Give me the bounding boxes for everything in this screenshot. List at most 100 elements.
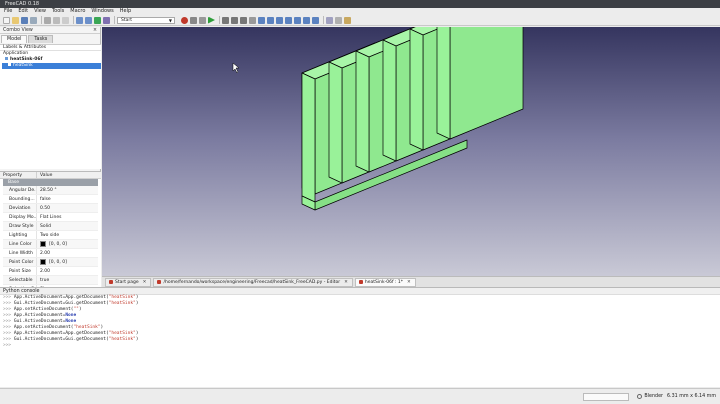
fin-front-face[interactable] [409,28,424,151]
property-value-text: [0, 0, 0] [49,259,67,265]
cut-icon[interactable] [44,16,51,24]
freecad-icon [157,280,162,284]
property-value[interactable]: Solid [37,222,51,230]
new-document-icon[interactable] [3,16,10,24]
tab-model[interactable]: Model [1,35,28,43]
console-text: None [65,319,77,324]
console-prompt: >>> [3,337,14,342]
paste-icon[interactable] [62,16,69,24]
doc-tab-start-page[interactable]: Start page ✕ [105,277,152,287]
console-text: "heatSink" [73,325,101,330]
workbench-selector[interactable]: Start ▼ [117,16,175,24]
copy-icon[interactable] [53,16,60,24]
view-bottom-icon[interactable] [303,16,310,24]
property-row[interactable]: Line Color [0, 0, 0] [3,240,98,249]
menu-macro[interactable]: Macro [70,8,85,15]
property-row[interactable]: Point Size 2.00 [3,267,98,276]
macro-record-icon[interactable] [181,16,188,24]
property-value[interactable]: 28.50 ° [37,186,57,194]
property-row[interactable]: Point Color [0, 0, 0] [3,258,98,267]
property-key: Display Mo... [3,213,37,221]
property-value[interactable]: 0.50 [37,204,50,212]
property-row[interactable]: Bounding... false [3,195,98,204]
property-value[interactable]: Two side [37,231,59,239]
console-text: Gui.ActiveDocument=Gui.getDocument( [13,301,109,306]
property-column-header: Property [0,172,37,178]
refresh-icon[interactable] [94,16,101,24]
doc-tab-heatsink[interactable]: heatSink-06f : 1* ✕ [354,277,416,287]
solid-icon [8,63,11,66]
console-text: App.ActiveDocument=App.getDocument( [13,295,109,300]
fin-front-face[interactable] [355,50,370,173]
fin-front-face[interactable] [436,27,451,140]
color-swatch[interactable] [40,259,46,265]
macro-run-icon[interactable] [208,16,215,24]
measure-distance-icon[interactable] [326,16,333,24]
property-value[interactable]: [0, 0, 0] [37,258,67,266]
property-value-text: 28.50 ° [40,187,57,193]
fin-front-face[interactable] [328,61,343,184]
property-key: Bounding... [3,195,37,203]
view-front-icon[interactable] [267,16,274,24]
navigation-style-icon[interactable] [637,394,643,399]
navigation-style[interactable]: Blender [644,394,663,399]
property-key: Draw Style [3,222,37,230]
part-icon[interactable] [335,16,342,24]
fin-front-face[interactable] [382,39,397,162]
save-icon[interactable] [21,16,28,24]
view-isometric-icon[interactable] [258,16,265,24]
console-lines: >>> App.ActiveDocument=App.getDocument( "… [0,295,720,349]
chevron-down-icon: ▼ [168,17,172,23]
draw-style-icon[interactable] [240,16,247,24]
menu-help[interactable]: Help [120,8,131,15]
workbench-selector-value: Start [121,17,132,23]
undo-icon[interactable] [76,16,83,24]
doc-tab-editor[interactable]: /home/fernando/workspace/engineering/Fre… [153,277,353,287]
close-icon[interactable]: × [93,27,97,34]
menu-view[interactable]: View [34,8,46,15]
print-icon[interactable] [30,16,37,24]
property-value-text: true [40,277,50,283]
view-rear-icon[interactable] [294,16,301,24]
menu-tools[interactable]: Tools [52,8,64,15]
fin-side-face[interactable] [449,27,524,140]
python-console[interactable]: Python console >>> App.ActiveDocument=Ap… [0,287,720,387]
property-header: Property Value [0,172,101,179]
color-swatch[interactable] [40,241,46,247]
console-prompt: >>> [3,295,14,300]
menu-file[interactable]: File [4,8,12,15]
macros-icon[interactable] [199,16,206,24]
stereo-icon[interactable] [249,16,256,24]
tab-tasks[interactable]: Tasks [28,35,54,43]
property-value[interactable]: [0, 0, 0] [37,240,67,248]
fit-selection-icon[interactable] [231,16,238,24]
doc-tab-label: Start page [115,279,139,285]
view-right-icon[interactable] [285,16,292,24]
macro-stop-icon[interactable] [190,16,197,24]
open-icon[interactable] [12,16,19,24]
console-text: ) [78,307,82,312]
view-top-icon[interactable] [276,16,283,24]
close-icon[interactable]: ✕ [407,278,411,287]
console-prompt: >>> [3,319,14,324]
property-value[interactable]: false [37,195,51,203]
heatsink-model[interactable] [102,27,720,276]
menu-windows[interactable]: Windows [91,8,113,15]
redo-icon[interactable] [85,16,92,24]
tree-document-label: heatSink-06f [10,57,43,62]
group-icon[interactable] [344,16,351,24]
close-icon[interactable]: ✕ [344,278,348,287]
view-left-icon[interactable] [312,16,319,24]
3d-viewport[interactable] [102,27,720,276]
close-icon[interactable]: ✕ [143,278,147,287]
property-value[interactable]: 2.00 [37,267,50,275]
property-key: Line Color [3,240,37,248]
front-face[interactable] [301,72,316,203]
property-value[interactable]: true [37,276,49,284]
tree-object-heatsink[interactable]: heatSink [2,63,101,69]
menu-edit[interactable]: Edit [18,8,28,15]
fit-all-icon[interactable] [222,16,229,24]
whats-this-icon[interactable] [103,16,110,24]
property-value[interactable]: Flat Lines [37,213,62,221]
property-value[interactable]: 2.00 [37,249,50,257]
